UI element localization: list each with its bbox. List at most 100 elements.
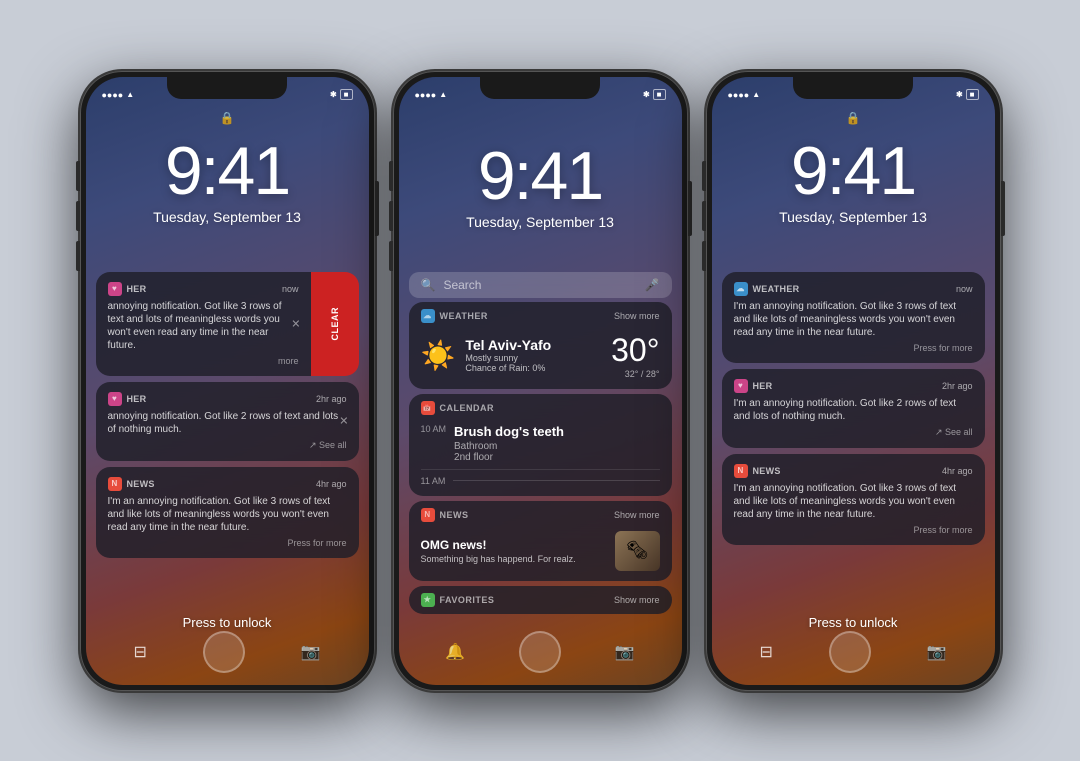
- cal-floor: 2nd floor: [454, 452, 659, 463]
- cal-time-11: 11 AM: [421, 476, 446, 486]
- weather-content: ☀️ Tel Aviv-Yafo Mostly sunny Chance of …: [409, 327, 672, 389]
- weather-temp-section: 30° 32° / 28°: [611, 332, 659, 379]
- notif-body-1b: annoying notification. Got like 2 rows o…: [108, 410, 347, 436]
- notif-header-3c: N NEWS 4hr ago: [734, 464, 973, 478]
- press-unlock-3[interactable]: Press to unlock: [712, 615, 995, 630]
- favorites-show-more[interactable]: Show more: [614, 595, 660, 605]
- carrier-3: ●●●●: [728, 90, 750, 100]
- time-display-3: 9:41: [712, 137, 995, 205]
- notif-app-name-3c: NEWS: [753, 466, 781, 476]
- phone-1-screen: ●●●● ▲ ✱ ■ 🔒 9:41 Tuesday, September 13 …: [86, 77, 369, 685]
- cal-divider-line: [453, 480, 659, 481]
- cal-time-10: 10 AM: [421, 424, 447, 434]
- notif-more-1a: more: [278, 356, 299, 366]
- cal-event-row: 10 AM Brush dog's teeth Bathroom 2nd flo…: [421, 424, 660, 463]
- today-view: 9:41 Tuesday, September 13 🔍 Search 🎤 ☁: [399, 112, 682, 685]
- bottom-bar-3: ⊟ 📷: [712, 630, 995, 675]
- status-right-1: ✱ ■: [330, 89, 353, 100]
- phone-1: ●●●● ▲ ✱ ■ 🔒 9:41 Tuesday, September 13 …: [80, 71, 375, 691]
- notif-time-1a: now: [282, 284, 299, 294]
- notif-time-1c: 4hr ago: [316, 479, 347, 489]
- weather-info: Tel Aviv-Yafo Mostly sunny Chance of Rai…: [465, 337, 551, 373]
- search-placeholder: Search: [443, 278, 636, 292]
- home-button-1[interactable]: [203, 631, 245, 673]
- notif-footer-3c: Press for more: [734, 525, 973, 535]
- notif-app-info-3a: ☁ WEATHER: [734, 282, 800, 296]
- news-show-more[interactable]: Show more: [614, 510, 660, 520]
- news-desc: Something big has happend. For realz.: [421, 554, 607, 564]
- home-button-2[interactable]: [519, 631, 561, 673]
- notif-card-1c[interactable]: N NEWS 4hr ago I'm an annoying notificat…: [96, 467, 359, 558]
- notch-3: [793, 77, 913, 99]
- status-left-1: ●●●● ▲: [102, 90, 135, 100]
- news-image: 🗞: [615, 531, 660, 571]
- weather-range: 32° / 28°: [611, 369, 659, 379]
- press-more-3a: Press for more: [913, 343, 972, 353]
- weather-show-more[interactable]: Show more: [614, 311, 660, 321]
- phone-3: ●●●● ▲ ✱ ■ 🔒 9:41 Tuesday, September 13 …: [706, 71, 1001, 691]
- notif-app-icon-1b: ♥: [108, 392, 122, 406]
- notif-card-3c[interactable]: N NEWS 4hr ago I'm an annoying notificat…: [722, 454, 985, 545]
- see-all-1b[interactable]: ↗ See all: [309, 440, 347, 451]
- favorites-header: ★ FAVORITES Show more: [409, 586, 672, 614]
- weather-header: ☁ WEATHER Show more: [409, 302, 672, 327]
- see-all-3b[interactable]: ↗ See all: [935, 427, 973, 438]
- notif-app-name-1a: HER: [127, 284, 147, 294]
- clear-reveal[interactable]: CLEAR: [311, 272, 359, 376]
- notif-app-icon-3a: ☁: [734, 282, 748, 296]
- weather-icon-small: ☁: [421, 309, 435, 323]
- cal-time-col: 10 AM: [421, 424, 447, 434]
- notif-time-3a: now: [956, 284, 973, 294]
- mic-icon[interactable]: 🎤: [645, 278, 660, 292]
- notif-app-info-3c: N NEWS: [734, 464, 781, 478]
- grid-icon-1[interactable]: ⊟: [133, 642, 146, 662]
- notif-card-3b[interactable]: ♥ HER 2hr ago I'm an annoying notificati…: [722, 369, 985, 448]
- bell-icon-2[interactable]: 🔔: [445, 642, 465, 662]
- notif-body-3c: I'm an annoying notification. Got like 3…: [734, 482, 973, 521]
- notif-header-1c: N NEWS 4hr ago: [108, 477, 347, 491]
- widgets-container: ☁ WEATHER Show more ☀️ Tel Aviv-Yafo Mos…: [399, 297, 682, 619]
- phone-3-screen: ●●●● ▲ ✱ ■ 🔒 9:41 Tuesday, September 13 …: [712, 77, 995, 685]
- notif-app-info-1b: ♥ HER: [108, 392, 147, 406]
- search-bar[interactable]: 🔍 Search 🎤: [409, 272, 672, 298]
- press-unlock-1[interactable]: Press to unlock: [86, 615, 369, 630]
- notif-group-container: CLEAR ♥ HER now annoying notification. G…: [96, 272, 359, 376]
- camera-icon-2[interactable]: 📷: [615, 642, 635, 662]
- camera-icon-1[interactable]: 📷: [301, 642, 321, 662]
- clear-label[interactable]: CLEAR: [330, 307, 340, 341]
- notif-app-info-3b: ♥ HER: [734, 379, 773, 393]
- press-more-3c: Press for more: [913, 525, 972, 535]
- favorites-widget: ★ FAVORITES Show more: [409, 586, 672, 614]
- cal-time-line: 11 AM: [421, 469, 660, 486]
- lock-time-3: 9:41 Tuesday, September 13: [712, 137, 995, 225]
- close-icon-1b[interactable]: ✕: [339, 415, 348, 428]
- news-header: N NEWS Show more: [409, 501, 672, 526]
- notif-body-3a: I'm an annoying notification. Got like 3…: [734, 300, 973, 339]
- favorites-icon-small: ★: [421, 593, 435, 607]
- bottom-bar-2: 🔔 📷: [399, 630, 682, 675]
- favorites-app-name: ★ FAVORITES: [421, 593, 495, 607]
- notch-1: [167, 77, 287, 99]
- notif-card-1a[interactable]: ♥ HER now annoying notification. Got lik…: [96, 272, 311, 376]
- camera-icon-3[interactable]: 📷: [927, 642, 947, 662]
- notif-footer-1a: more: [108, 356, 299, 366]
- weather-sun-icon: ☀️: [421, 339, 456, 372]
- notif-app-icon-3b: ♥: [734, 379, 748, 393]
- bottom-bar-1: ⊟ 📷: [86, 630, 369, 675]
- bluetooth-3: ✱: [956, 90, 963, 99]
- lock-time-2: 9:41 Tuesday, September 13: [399, 142, 682, 230]
- close-icon-1a[interactable]: ✕: [291, 317, 300, 330]
- phone-2: ●●●● ▲ ✱ ■ 9:41 Tuesday, September 13 🔍 …: [393, 71, 688, 691]
- notif-header-3a: ☁ WEATHER now: [734, 282, 973, 296]
- notif-app-name-3a: WEATHER: [753, 284, 800, 294]
- lock-icon-1: 🔒: [220, 111, 235, 125]
- notif-app-icon-3c: N: [734, 464, 748, 478]
- notif-app-name-1c: NEWS: [127, 479, 155, 489]
- notif-card-1b[interactable]: ♥ HER 2hr ago annoying notification. Got…: [96, 382, 359, 461]
- home-button-3[interactable]: [829, 631, 871, 673]
- notif-footer-3a: Press for more: [734, 343, 973, 353]
- notif-card-3a[interactable]: ☁ WEATHER now I'm an annoying notificati…: [722, 272, 985, 363]
- grid-icon-3[interactable]: ⊟: [759, 642, 772, 662]
- cal-event-title: Brush dog's teeth: [454, 424, 659, 439]
- calendar-header: 📅 CALENDAR: [409, 394, 672, 419]
